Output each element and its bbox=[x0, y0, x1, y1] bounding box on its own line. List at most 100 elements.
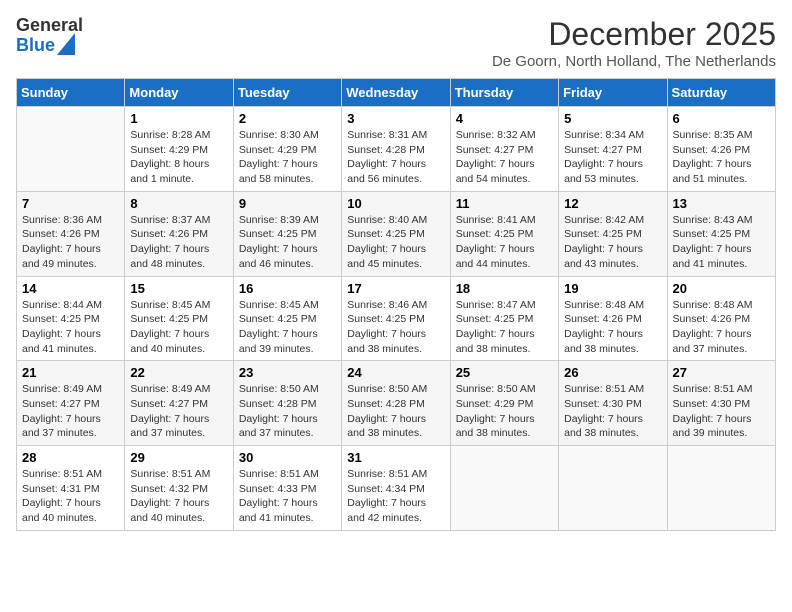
day-info: Sunrise: 8:35 AM Sunset: 4:26 PM Dayligh… bbox=[673, 128, 770, 187]
day-number: 30 bbox=[239, 450, 336, 465]
day-info: Sunrise: 8:42 AM Sunset: 4:25 PM Dayligh… bbox=[564, 213, 661, 272]
calendar-header-row: SundayMondayTuesdayWednesdayThursdayFrid… bbox=[17, 79, 776, 107]
day-info: Sunrise: 8:40 AM Sunset: 4:25 PM Dayligh… bbox=[347, 213, 444, 272]
calendar-day-cell: 12 Sunrise: 8:42 AM Sunset: 4:25 PM Dayli… bbox=[559, 191, 667, 276]
calendar-day-cell: 26Sunrise: 8:51 AM Sunset: 4:30 PM Dayli… bbox=[559, 361, 667, 446]
day-info: Sunrise: 8:51 AM Sunset: 4:31 PM Dayligh… bbox=[22, 467, 119, 526]
day-number: 12 bbox=[564, 196, 661, 211]
day-info: Sunrise: 8:41 AM Sunset: 4:25 PM Dayligh… bbox=[456, 213, 553, 272]
day-info: Sunrise: 8:36 AM Sunset: 4:26 PM Dayligh… bbox=[22, 213, 119, 272]
day-info: Sunrise: 8:44 AM Sunset: 4:25 PM Dayligh… bbox=[22, 298, 119, 357]
day-info: Sunrise: 8:50 AM Sunset: 4:28 PM Dayligh… bbox=[347, 382, 444, 441]
calendar-day-cell: 15 Sunrise: 8:45 AM Sunset: 4:25 PM Dayli… bbox=[125, 276, 233, 361]
day-info: Sunrise: 8:50 AM Sunset: 4:29 PM Dayligh… bbox=[456, 382, 553, 441]
day-of-week-header: Monday bbox=[125, 79, 233, 107]
calendar-day-cell: 10 Sunrise: 8:40 AM Sunset: 4:25 PM Dayli… bbox=[342, 191, 450, 276]
calendar-day-cell: 19Sunrise: 8:48 AM Sunset: 4:26 PM Dayli… bbox=[559, 276, 667, 361]
calendar-day-cell: 28 Sunrise: 8:51 AM Sunset: 4:31 PM Dayli… bbox=[17, 446, 125, 531]
day-number: 14 bbox=[22, 281, 119, 296]
day-number: 15 bbox=[130, 281, 227, 296]
day-info: Sunrise: 8:49 AM Sunset: 4:27 PM Dayligh… bbox=[130, 382, 227, 441]
day-number: 26 bbox=[564, 365, 661, 380]
day-number: 22 bbox=[130, 365, 227, 380]
day-number: 31 bbox=[347, 450, 444, 465]
calendar-day-cell: 27 Sunrise: 8:51 AM Sunset: 4:30 PM Dayli… bbox=[667, 361, 775, 446]
logo-blue-text: Blue bbox=[16, 36, 55, 56]
day-number: 5 bbox=[564, 111, 661, 126]
calendar-day-cell: 1Sunrise: 8:28 AM Sunset: 4:29 PM Daylig… bbox=[125, 107, 233, 192]
day-info: Sunrise: 8:43 AM Sunset: 4:25 PM Dayligh… bbox=[673, 213, 770, 272]
day-of-week-header: Thursday bbox=[450, 79, 558, 107]
calendar-week-row: 7Sunrise: 8:36 AM Sunset: 4:26 PM Daylig… bbox=[17, 191, 776, 276]
calendar-day-cell: 22 Sunrise: 8:49 AM Sunset: 4:27 PM Dayli… bbox=[125, 361, 233, 446]
calendar-day-cell: 24 Sunrise: 8:50 AM Sunset: 4:28 PM Dayli… bbox=[342, 361, 450, 446]
month-title: December 2025 bbox=[492, 16, 776, 53]
day-info: Sunrise: 8:48 AM Sunset: 4:26 PM Dayligh… bbox=[564, 298, 661, 357]
day-number: 25 bbox=[456, 365, 553, 380]
day-info: Sunrise: 8:47 AM Sunset: 4:25 PM Dayligh… bbox=[456, 298, 553, 357]
day-number: 6 bbox=[673, 111, 770, 126]
logo-icon bbox=[57, 33, 75, 55]
day-number: 18 bbox=[456, 281, 553, 296]
day-info: Sunrise: 8:51 AM Sunset: 4:34 PM Dayligh… bbox=[347, 467, 444, 526]
day-number: 20 bbox=[673, 281, 770, 296]
day-number: 8 bbox=[130, 196, 227, 211]
day-info: Sunrise: 8:37 AM Sunset: 4:26 PM Dayligh… bbox=[130, 213, 227, 272]
calendar-table: SundayMondayTuesdayWednesdayThursdayFrid… bbox=[16, 78, 776, 531]
day-number: 10 bbox=[347, 196, 444, 211]
calendar-day-cell: 23Sunrise: 8:50 AM Sunset: 4:28 PM Dayli… bbox=[233, 361, 341, 446]
day-info: Sunrise: 8:48 AM Sunset: 4:26 PM Dayligh… bbox=[673, 298, 770, 357]
calendar-week-row: 1Sunrise: 8:28 AM Sunset: 4:29 PM Daylig… bbox=[17, 107, 776, 192]
calendar-day-cell bbox=[17, 107, 125, 192]
calendar-day-cell: 4 Sunrise: 8:32 AM Sunset: 4:27 PM Daylig… bbox=[450, 107, 558, 192]
day-number: 4 bbox=[456, 111, 553, 126]
day-of-week-header: Tuesday bbox=[233, 79, 341, 107]
day-info: Sunrise: 8:32 AM Sunset: 4:27 PM Dayligh… bbox=[456, 128, 553, 187]
calendar-day-cell: 17 Sunrise: 8:46 AM Sunset: 4:25 PM Dayli… bbox=[342, 276, 450, 361]
day-number: 27 bbox=[673, 365, 770, 380]
calendar-day-cell: 29Sunrise: 8:51 AM Sunset: 4:32 PM Dayli… bbox=[125, 446, 233, 531]
calendar-day-cell: 16 Sunrise: 8:45 AM Sunset: 4:25 PM Dayli… bbox=[233, 276, 341, 361]
day-number: 28 bbox=[22, 450, 119, 465]
calendar-day-cell bbox=[667, 446, 775, 531]
calendar-day-cell: 11 Sunrise: 8:41 AM Sunset: 4:25 PM Dayli… bbox=[450, 191, 558, 276]
title-section: December 2025 De Goorn, North Holland, T… bbox=[492, 16, 776, 70]
day-info: Sunrise: 8:51 AM Sunset: 4:33 PM Dayligh… bbox=[239, 467, 336, 526]
calendar-day-cell bbox=[559, 446, 667, 531]
day-info: Sunrise: 8:50 AM Sunset: 4:28 PM Dayligh… bbox=[239, 382, 336, 441]
calendar-week-row: 14 Sunrise: 8:44 AM Sunset: 4:25 PM Dayli… bbox=[17, 276, 776, 361]
calendar-day-cell: 2 Sunrise: 8:30 AM Sunset: 4:29 PM Daylig… bbox=[233, 107, 341, 192]
day-number: 16 bbox=[239, 281, 336, 296]
calendar-day-cell: 21Sunrise: 8:49 AM Sunset: 4:27 PM Dayli… bbox=[17, 361, 125, 446]
day-info: Sunrise: 8:45 AM Sunset: 4:25 PM Dayligh… bbox=[130, 298, 227, 357]
day-info: Sunrise: 8:39 AM Sunset: 4:25 PM Dayligh… bbox=[239, 213, 336, 272]
calendar-day-cell: 8 Sunrise: 8:37 AM Sunset: 4:26 PM Daylig… bbox=[125, 191, 233, 276]
day-number: 3 bbox=[347, 111, 444, 126]
day-number: 9 bbox=[239, 196, 336, 211]
day-number: 13 bbox=[673, 196, 770, 211]
day-info: Sunrise: 8:30 AM Sunset: 4:29 PM Dayligh… bbox=[239, 128, 336, 187]
day-info: Sunrise: 8:31 AM Sunset: 4:28 PM Dayligh… bbox=[347, 128, 444, 187]
day-number: 21 bbox=[22, 365, 119, 380]
calendar-day-cell: 20 Sunrise: 8:48 AM Sunset: 4:26 PM Dayli… bbox=[667, 276, 775, 361]
calendar-day-cell: 6 Sunrise: 8:35 AM Sunset: 4:26 PM Daylig… bbox=[667, 107, 775, 192]
day-number: 24 bbox=[347, 365, 444, 380]
calendar-day-cell: 25 Sunrise: 8:50 AM Sunset: 4:29 PM Dayli… bbox=[450, 361, 558, 446]
calendar-day-cell: 5Sunrise: 8:34 AM Sunset: 4:27 PM Daylig… bbox=[559, 107, 667, 192]
day-number: 2 bbox=[239, 111, 336, 126]
day-number: 11 bbox=[456, 196, 553, 211]
calendar-day-cell: 3 Sunrise: 8:31 AM Sunset: 4:28 PM Daylig… bbox=[342, 107, 450, 192]
day-info: Sunrise: 8:51 AM Sunset: 4:32 PM Dayligh… bbox=[130, 467, 227, 526]
day-of-week-header: Sunday bbox=[17, 79, 125, 107]
calendar-day-cell bbox=[450, 446, 558, 531]
day-info: Sunrise: 8:51 AM Sunset: 4:30 PM Dayligh… bbox=[673, 382, 770, 441]
calendar-day-cell: 13 Sunrise: 8:43 AM Sunset: 4:25 PM Dayli… bbox=[667, 191, 775, 276]
day-number: 17 bbox=[347, 281, 444, 296]
day-info: Sunrise: 8:45 AM Sunset: 4:25 PM Dayligh… bbox=[239, 298, 336, 357]
logo: General Blue bbox=[16, 16, 83, 56]
calendar-day-cell: 31 Sunrise: 8:51 AM Sunset: 4:34 PM Dayli… bbox=[342, 446, 450, 531]
day-of-week-header: Wednesday bbox=[342, 79, 450, 107]
calendar-day-cell: 14 Sunrise: 8:44 AM Sunset: 4:25 PM Dayli… bbox=[17, 276, 125, 361]
calendar-day-cell: 9 Sunrise: 8:39 AM Sunset: 4:25 PM Daylig… bbox=[233, 191, 341, 276]
day-info: Sunrise: 8:46 AM Sunset: 4:25 PM Dayligh… bbox=[347, 298, 444, 357]
